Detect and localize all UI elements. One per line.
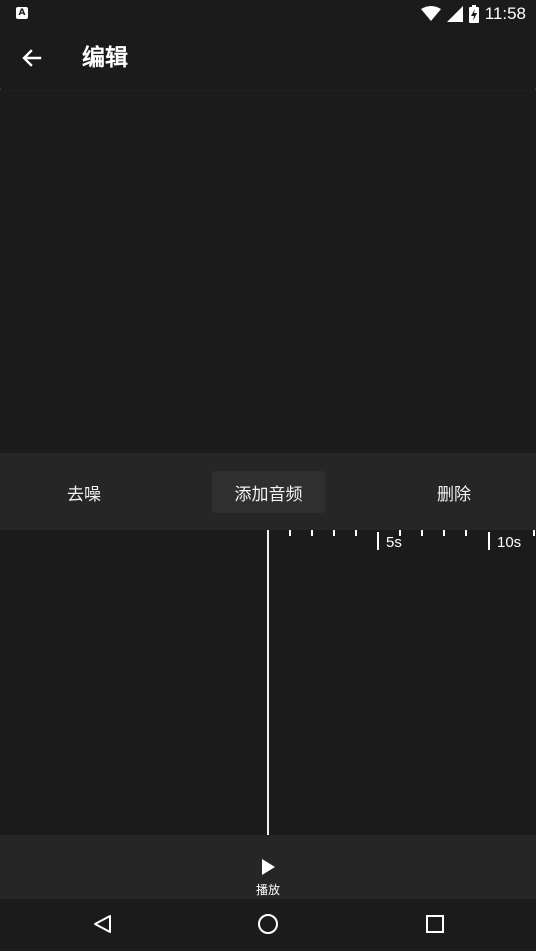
recents-square-icon	[426, 915, 444, 933]
battery-charging-icon	[468, 5, 479, 23]
back-button[interactable]	[14, 40, 50, 76]
status-icons: 11:58	[420, 4, 526, 24]
denoise-button[interactable]: 去噪	[40, 471, 128, 513]
page-title: 编辑	[82, 45, 128, 71]
nav-recents-button[interactable]	[417, 909, 453, 939]
add-audio-button[interactable]: 添加音频	[212, 471, 325, 513]
play-button[interactable]: 播放	[238, 855, 298, 899]
wifi-icon	[420, 6, 441, 21]
video-preview	[0, 90, 536, 453]
cell-signal-icon	[446, 6, 463, 22]
notification-icon: A	[16, 7, 28, 19]
tick-label-10s: 10s	[497, 534, 522, 551]
arrow-left-icon	[22, 49, 42, 67]
home-circle-icon	[258, 914, 278, 934]
play-icon	[262, 859, 275, 875]
timeline[interactable]: 5s 10s	[0, 530, 536, 835]
app-bar: 编辑	[0, 28, 536, 88]
system-nav-bar	[0, 899, 536, 951]
play-label: 播放	[255, 883, 280, 897]
play-panel: 播放	[0, 835, 536, 899]
status-bar: A 11:58	[0, 0, 536, 28]
delete-button[interactable]: 删除	[410, 471, 498, 513]
status-time: 11:58	[484, 4, 526, 23]
nav-back-button[interactable]	[84, 909, 120, 939]
edit-toolbar: 去噪 添加音频 删除	[0, 453, 536, 530]
nav-home-button[interactable]	[250, 909, 286, 939]
back-triangle-icon	[94, 915, 111, 933]
tick-label-5s: 5s	[386, 534, 402, 551]
playhead[interactable]	[267, 530, 269, 835]
